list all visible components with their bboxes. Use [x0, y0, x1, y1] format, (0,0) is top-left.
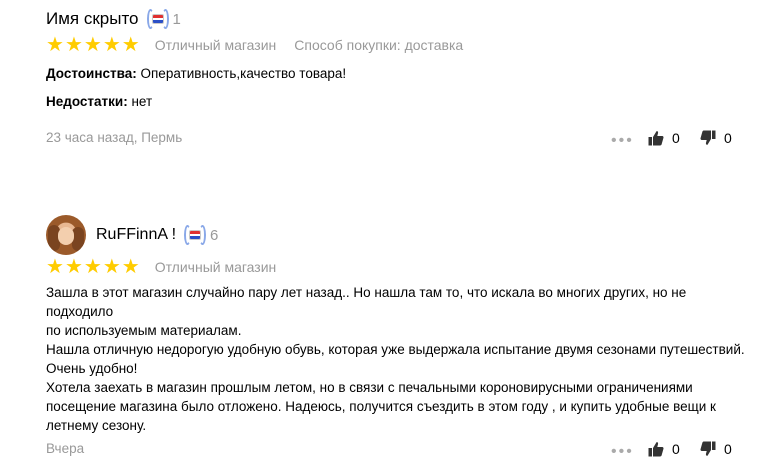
review-text-line: летнему сезону. — [46, 418, 147, 433]
review-text: Зашла в этот магазин случайно пару лет н… — [46, 283, 746, 435]
like-button[interactable]: 0 — [648, 441, 680, 457]
thumb-up-icon — [648, 131, 664, 146]
achievement-badge-icon[interactable] — [146, 9, 169, 29]
star-icon: ★ — [121, 256, 140, 278]
review-meta: ★ ★ ★ ★ ★ Отличный магазин Способ покупк… — [46, 34, 481, 56]
cons-label: Недостатки: — [46, 94, 128, 109]
review-text-line: Хотела заехать в магазин прошлым летом, … — [46, 380, 693, 395]
review-text-line: Зашла в этот магазин случайно пару лет н… — [46, 285, 687, 319]
star-icon: ★ — [83, 256, 102, 278]
star-icon: ★ — [46, 34, 64, 56]
rating-label: Отличный магазин — [154, 259, 277, 275]
review-text-line: посещение магазина было отложено. Надеюс… — [46, 399, 716, 414]
review-text-line: по используемым материалам. — [46, 323, 242, 338]
rating-stars: ★ ★ ★ ★ ★ — [46, 256, 141, 278]
like-count: 0 — [672, 130, 680, 146]
star-icon: ★ — [102, 256, 121, 278]
star-icon: ★ — [46, 256, 64, 278]
rating-stars: ★ ★ ★ ★ ★ — [46, 34, 141, 56]
achievement-badge-icon[interactable] — [184, 225, 207, 245]
review-date: 23 часа назад, Пермь — [46, 130, 183, 145]
author-name[interactable]: Имя скрыто — [46, 9, 139, 29]
avatar[interactable] — [46, 215, 86, 255]
pros-text: Оперативность,качество товара! — [136, 66, 347, 81]
star-icon: ★ — [64, 256, 83, 278]
like-button[interactable]: 0 — [648, 130, 680, 146]
pros-label: Достоинства: — [46, 66, 137, 81]
review-text-line: Очень удобно! — [46, 361, 138, 376]
more-dots-icon[interactable]: ••• — [611, 443, 634, 461]
dislike-count: 0 — [724, 441, 732, 457]
thumb-down-icon — [700, 441, 716, 456]
dislike-button[interactable]: 0 — [700, 441, 732, 457]
cons-text: нет — [127, 94, 153, 109]
thumb-down-icon — [700, 130, 716, 145]
more-dots-icon[interactable]: ••• — [611, 132, 634, 150]
cons: Недостатки: нет — [46, 92, 746, 111]
badge-count: 1 — [172, 10, 181, 28]
author-name[interactable]: RuFFinnA ! — [96, 226, 176, 244]
purchase-method: Способ покупки: доставка — [294, 37, 464, 53]
review-text-line: Нашла отличную недорогую удобную обувь, … — [46, 342, 745, 357]
review-footer: Вчера ••• 0 0 — [0, 441, 768, 461]
badge-count: 6 — [210, 226, 219, 244]
rating-label: Отличный магазин — [154, 37, 277, 53]
review-meta: ★ ★ ★ ★ ★ Отличный магазин — [46, 256, 294, 278]
dislike-count: 0 — [724, 130, 732, 146]
review-date: Вчера — [46, 441, 85, 456]
star-icon: ★ — [83, 34, 102, 56]
star-icon: ★ — [64, 34, 83, 56]
star-icon: ★ — [102, 34, 121, 56]
review-header: RuFFinnA ! 6 — [46, 213, 218, 257]
pros: Достоинства: Оперативность,качество това… — [46, 64, 746, 83]
like-count: 0 — [672, 441, 680, 457]
thumb-up-icon — [648, 442, 664, 457]
review-header: Имя скрыто 1 — [46, 8, 181, 30]
dislike-button[interactable]: 0 — [700, 130, 732, 146]
review-footer: 23 часа назад, Пермь ••• 0 0 — [0, 130, 768, 150]
star-icon: ★ — [121, 34, 140, 56]
